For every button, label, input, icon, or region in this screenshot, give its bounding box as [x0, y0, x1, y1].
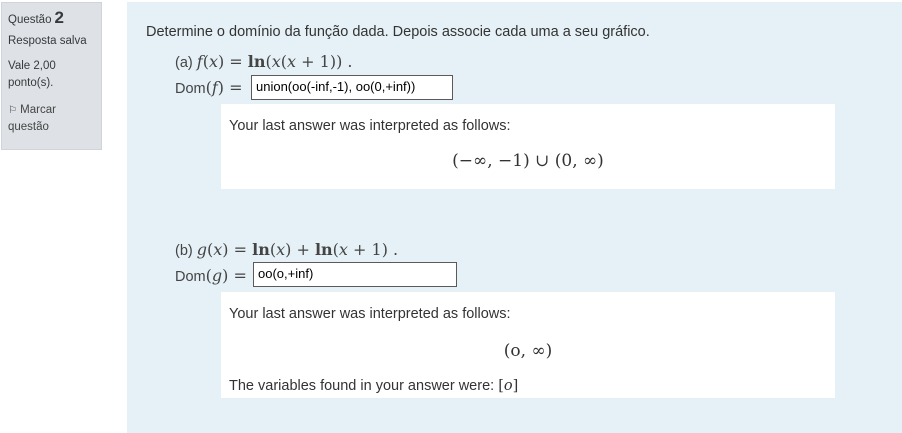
part-b-tag: (b) — [175, 243, 193, 259]
flag-icon[interactable]: ⚐ — [8, 105, 17, 116]
part-b-feedback: Your last answer was interpreted as foll… — [221, 292, 835, 398]
dom-f-symbol: (f) = — [205, 78, 243, 97]
dom-g-symbol: (g) = — [205, 266, 247, 285]
question-number-value: 2 — [54, 8, 64, 27]
part-a-feedback-text: Your last answer was interpreted as foll… — [229, 118, 511, 134]
part-a-domain-row: Dom(f) = — [175, 78, 243, 97]
part-b-answer-input[interactable]: oo(o,+inf) — [253, 262, 457, 287]
question-prompt: Determine o domínio da função dada. Depo… — [146, 24, 650, 40]
dom-g-label: Dom — [175, 269, 206, 285]
variables-value-item: o — [503, 378, 513, 394]
flag-label-1[interactable]: Marcar — [20, 104, 56, 116]
part-b-variables: The variables found in your answer were:… — [229, 378, 518, 394]
function-g-formula: g(x) = ln(x) + ln(x + 1) . — [196, 240, 399, 259]
part-b-feedback-text: Your last answer was interpreted as foll… — [229, 306, 511, 322]
part-b-domain-row: Dom(g) = — [175, 266, 247, 285]
question-content: Determine o domínio da função dada. Depo… — [127, 2, 902, 433]
question-number: Questão 2 — [8, 9, 95, 29]
question-info-panel: Questão 2 Resposta salva Vale 2,00 ponto(… — [1, 2, 102, 150]
part-a-tag: (a) — [175, 55, 193, 71]
part-a-feedback: Your last answer was interpreted as foll… — [221, 104, 835, 189]
part-b-interpretation: (o, ∞) — [503, 341, 553, 361]
grade-line-1: Vale 2,00 — [8, 60, 56, 72]
question-label: Questão — [8, 14, 52, 26]
part-b-function: (b) g(x) = ln(x) + ln(x + 1) . — [175, 240, 398, 259]
flag-label-2[interactable]: questão — [8, 119, 95, 136]
part-a-interpretation: (−∞, −1) ∪ (0, ∞) — [452, 151, 604, 171]
grade-line-2: ponto(s). — [8, 77, 54, 89]
part-a-answer-input[interactable]: union(oo(-inf,-1), oo(0,+inf)) — [251, 75, 453, 100]
answer-status: Resposta salva — [8, 35, 87, 47]
flag-question-link[interactable]: ⚐ Marcar — [8, 102, 95, 119]
variables-value: [o] — [498, 378, 519, 394]
dom-f-label: Dom — [175, 81, 206, 97]
function-f-formula: f(x) = ln(x(x + 1)) . — [196, 52, 353, 71]
variables-text: The variables found in your answer were: — [229, 378, 495, 394]
part-a-function: (a) f(x) = ln(x(x + 1)) . — [175, 52, 353, 71]
